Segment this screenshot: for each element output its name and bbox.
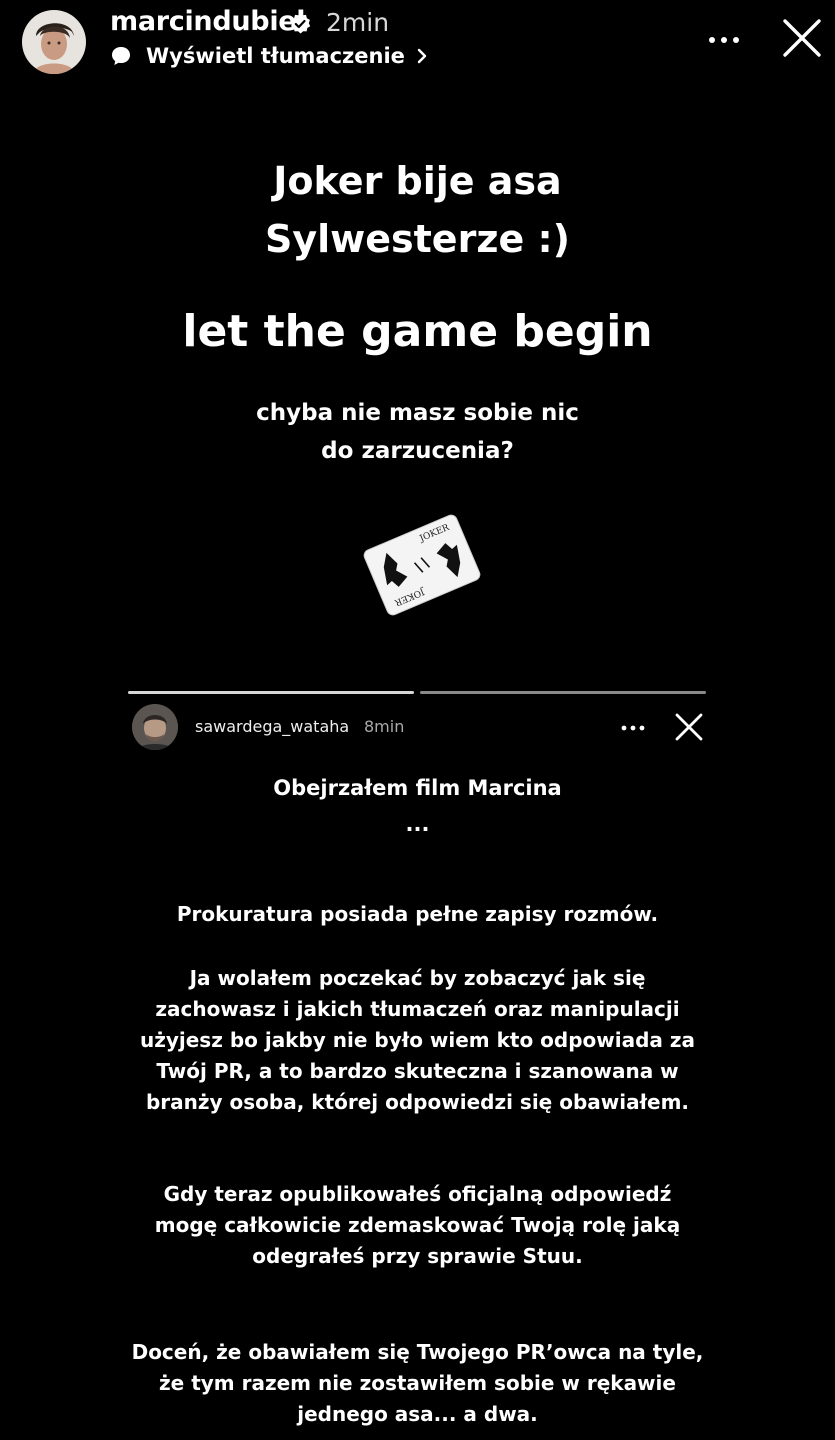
close-icon[interactable] — [780, 16, 824, 60]
embedded-avatar — [132, 704, 178, 750]
chevron-right-icon — [417, 48, 427, 64]
story-line-3: let the game begin — [182, 306, 653, 357]
embedded-story: sawardega_wataha 8min Obejrzałem film Ma… — [0, 680, 835, 1440]
embedded-paragraph-1: Prokuratura posiada pełne zapisy rozmów. — [176, 902, 659, 926]
verified-badge-icon — [291, 13, 311, 34]
embedded-paragraph-3: Gdy teraz opublikowałeś oficjalną odpowi… — [154, 1182, 681, 1268]
story-text-heading: Joker bije asa Sylwesterze :) — [0, 152, 835, 268]
embedded-paragraph-2: Ja wolałem poczekać by zobaczyć jak się … — [139, 966, 696, 1114]
story-text-question: chyba nie masz sobie nic do zarzucenia? — [0, 394, 835, 470]
embedded-ellipsis: ... — [405, 812, 430, 836]
progress-bar-segment-1 — [128, 691, 414, 694]
avatar[interactable] — [22, 10, 86, 74]
story-line-5: do zarzucenia? — [321, 438, 514, 464]
embedded-username: sawardega_wataha — [195, 717, 350, 736]
story-time: 2min — [326, 8, 390, 37]
more-horizontal-icon — [621, 725, 645, 731]
joker-card-sticker: JOKER JOKER — [363, 514, 481, 616]
story-line-4: chyba nie masz sobie nic — [256, 400, 579, 426]
more-horizontal-icon[interactable] — [706, 28, 742, 52]
story-line-2: Sylwesterze :) — [264, 217, 571, 261]
embedded-paragraph-4: Doceń, że obawiałem się Twojego PR’owca … — [131, 1340, 704, 1426]
translate-link[interactable]: Wyświetl tłumaczenie — [110, 42, 429, 70]
story-username[interactable]: marcindubiel — [110, 6, 306, 37]
embedded-time: 8min — [364, 717, 405, 736]
progress-bar-segment-2 — [420, 691, 706, 694]
embedded-heading: Obejrzałem film Marcina — [273, 776, 562, 800]
story-line-1: Joker bije asa — [273, 159, 562, 203]
translate-label: Wyświetl tłumaczenie — [146, 44, 405, 68]
close-icon — [675, 713, 703, 741]
story-header: marcindubiel 2min Wyświetl tłumaczenie — [0, 0, 835, 90]
speech-bubble-icon — [112, 47, 130, 65]
